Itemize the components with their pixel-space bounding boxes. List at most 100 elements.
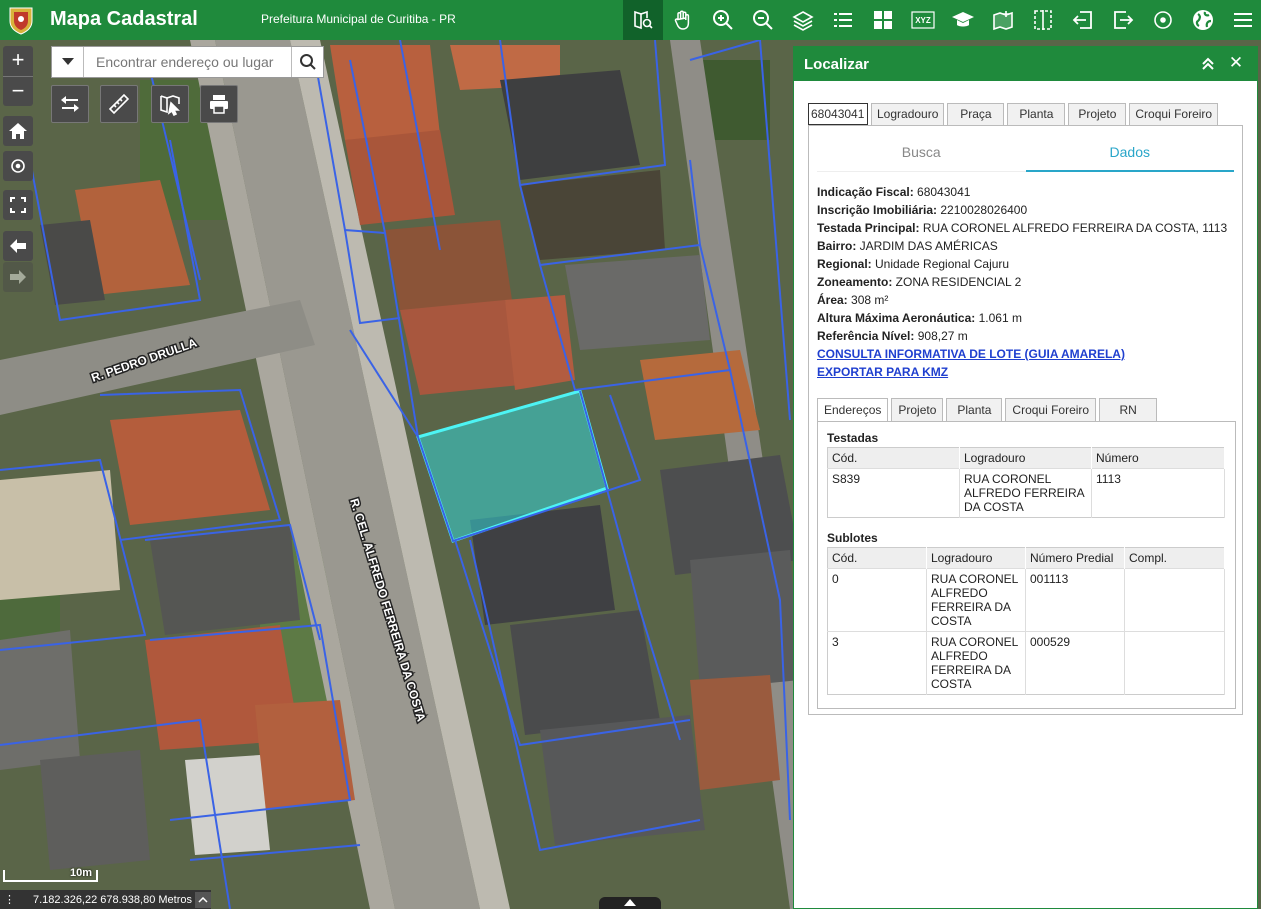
- detail-testada-principal: Testada Principal: RUA CORONEL ALFREDO F…: [817, 221, 1228, 235]
- education-tool[interactable]: [943, 0, 983, 40]
- map-search-icon: [634, 10, 653, 30]
- table-cell: 3: [827, 631, 927, 695]
- basemap-tool[interactable]: [863, 0, 903, 40]
- tab-detail-planta[interactable]: Planta: [946, 398, 1003, 421]
- hand-icon: [674, 10, 690, 30]
- swipe-tool-button[interactable]: [51, 85, 89, 123]
- globe-tool[interactable]: [1183, 0, 1223, 40]
- detail-inscricao-imobiliaria: Inscrição Imobiliária: 2210028026400: [817, 203, 1028, 217]
- search-input[interactable]: [84, 47, 291, 77]
- export-icon: [1114, 11, 1134, 29]
- tab-planta[interactable]: Planta: [1007, 103, 1066, 125]
- tab-dados[interactable]: Dados: [1025, 132, 1234, 172]
- chevron-up-icon: [624, 899, 636, 906]
- localizar-panel: Localizar ✕ 68043041 Logradouro Praça Pl…: [793, 46, 1258, 909]
- compare-tool[interactable]: [1023, 0, 1063, 40]
- bottom-panel-handle[interactable]: [599, 897, 661, 909]
- list-icon: [834, 13, 852, 27]
- detail-area: Área: 308 m²: [817, 293, 889, 307]
- app-header: Mapa Cadastral Prefeitura Municipal de C…: [0, 0, 1261, 40]
- coordinates-toggle[interactable]: [195, 891, 211, 908]
- target-icon: [1154, 11, 1172, 29]
- map-zoom-out-button[interactable]: −: [3, 76, 33, 106]
- map-zoom-in-button[interactable]: +: [3, 46, 33, 76]
- home-icon: [9, 123, 27, 139]
- tab-busca[interactable]: Busca: [817, 132, 1026, 172]
- search-content: Busca Dados Indicação Fiscal: 68043041 I…: [808, 125, 1243, 715]
- close-icon[interactable]: ✕: [1227, 54, 1245, 72]
- identify-tool-button[interactable]: [151, 85, 189, 123]
- search-source-dropdown[interactable]: [52, 47, 84, 77]
- location-tool[interactable]: [1143, 0, 1183, 40]
- search-type-tabs: 68043041 Logradouro Praça Planta Projeto…: [808, 103, 1219, 125]
- detail-altura-maxima: Altura Máxima Aeronáutica: 1.061 m: [817, 311, 1022, 325]
- map-add-icon: [993, 11, 1013, 31]
- layers-tool[interactable]: [783, 0, 823, 40]
- fullscreen-button[interactable]: [3, 190, 33, 220]
- map-pointer-icon: [160, 95, 180, 116]
- split-icon: [1034, 10, 1052, 30]
- guia-amarela-link[interactable]: CONSULTA INFORMATIVA DE LOTE (GUIA AMARE…: [817, 345, 1237, 363]
- next-extent-button[interactable]: [3, 262, 33, 292]
- print-button[interactable]: [200, 85, 238, 123]
- search-button[interactable]: [291, 47, 323, 77]
- tab-projeto[interactable]: Projeto: [1068, 103, 1127, 125]
- menu-tool[interactable]: [1223, 0, 1261, 40]
- collapse-chevrons-icon[interactable]: [1199, 55, 1217, 73]
- tab-logradouro[interactable]: Logradouro: [871, 103, 945, 125]
- pan-tool[interactable]: [663, 0, 703, 40]
- coordinates-readout: 7.182.326,22 678.938,80 Metros: [33, 893, 193, 906]
- tab-indicacao-fiscal[interactable]: 68043041: [808, 103, 868, 125]
- export-tool[interactable]: [1103, 0, 1143, 40]
- tab-detail-projeto[interactable]: Projeto: [891, 398, 944, 421]
- menu-icon: [1234, 13, 1252, 27]
- add-data-tool[interactable]: [983, 0, 1023, 40]
- home-button[interactable]: [3, 116, 33, 146]
- previous-extent-button[interactable]: [3, 231, 33, 261]
- xyz-icon: XYZ: [911, 11, 935, 29]
- localizar-tool[interactable]: [623, 0, 663, 40]
- arrow-left-icon: [10, 239, 26, 253]
- table-header-row: Cód. Logradouro Número Predial Compl.: [827, 547, 1225, 569]
- table-cell: RUA CORONEL ALFREDO FERREIRA DA COSTA: [926, 568, 1026, 632]
- import-tool[interactable]: [1063, 0, 1103, 40]
- column-header: Cód.: [827, 547, 927, 569]
- sublotes-title: Sublotes: [827, 531, 878, 545]
- ruler-icon: [108, 93, 130, 115]
- table-cell: [1124, 568, 1225, 632]
- table-cell: [1124, 631, 1225, 695]
- search-icon: [299, 54, 316, 70]
- column-header: Logradouro: [926, 547, 1026, 569]
- tab-detail-croqui-foreiro[interactable]: Croqui Foreiro: [1005, 398, 1097, 421]
- export-kmz-link[interactable]: EXPORTAR PARA KMZ: [817, 363, 1237, 381]
- coordinate-dots-icon: ⋮: [4, 894, 15, 906]
- xyz-tool[interactable]: XYZ: [903, 0, 943, 40]
- zoom-in-icon: [713, 10, 733, 30]
- address-search: [51, 46, 324, 78]
- column-header: Número: [1091, 447, 1225, 469]
- table-header-row: Cód. Logradouro Número: [827, 447, 1225, 469]
- layers-icon: [792, 11, 814, 31]
- zoom-control: + −: [3, 46, 33, 106]
- column-header: Logradouro: [959, 447, 1092, 469]
- swap-arrows-icon: [61, 96, 79, 112]
- testadas-title: Testadas: [827, 431, 879, 445]
- zoom-out-tool[interactable]: [743, 0, 783, 40]
- tab-detail-rn[interactable]: RN: [1099, 398, 1158, 421]
- zoom-out-icon: [753, 10, 773, 30]
- panel-title: Localizar: [804, 56, 870, 73]
- table-row: S839 RUA CORONEL ALFREDO FERREIRA DA COS…: [827, 468, 1225, 518]
- printer-icon: [210, 95, 228, 114]
- measure-tool-button[interactable]: [100, 85, 138, 123]
- tab-enderecos[interactable]: Endereços: [817, 398, 889, 421]
- zoom-in-tool[interactable]: [703, 0, 743, 40]
- detail-bairro: Bairro: JARDIM DAS AMÉRICAS: [817, 239, 998, 253]
- table-row: 3 RUA CORONEL ALFREDO FERREIRA DA COSTA …: [827, 631, 1225, 695]
- locate-button[interactable]: [3, 151, 33, 181]
- legend-tool[interactable]: [823, 0, 863, 40]
- tab-praca[interactable]: Praça: [947, 103, 1005, 125]
- arrow-right-icon: [10, 270, 26, 284]
- table-cell: 0: [827, 568, 927, 632]
- tab-croqui-foreiro[interactable]: Croqui Foreiro: [1129, 103, 1219, 125]
- svg-text:XYZ: XYZ: [915, 16, 931, 25]
